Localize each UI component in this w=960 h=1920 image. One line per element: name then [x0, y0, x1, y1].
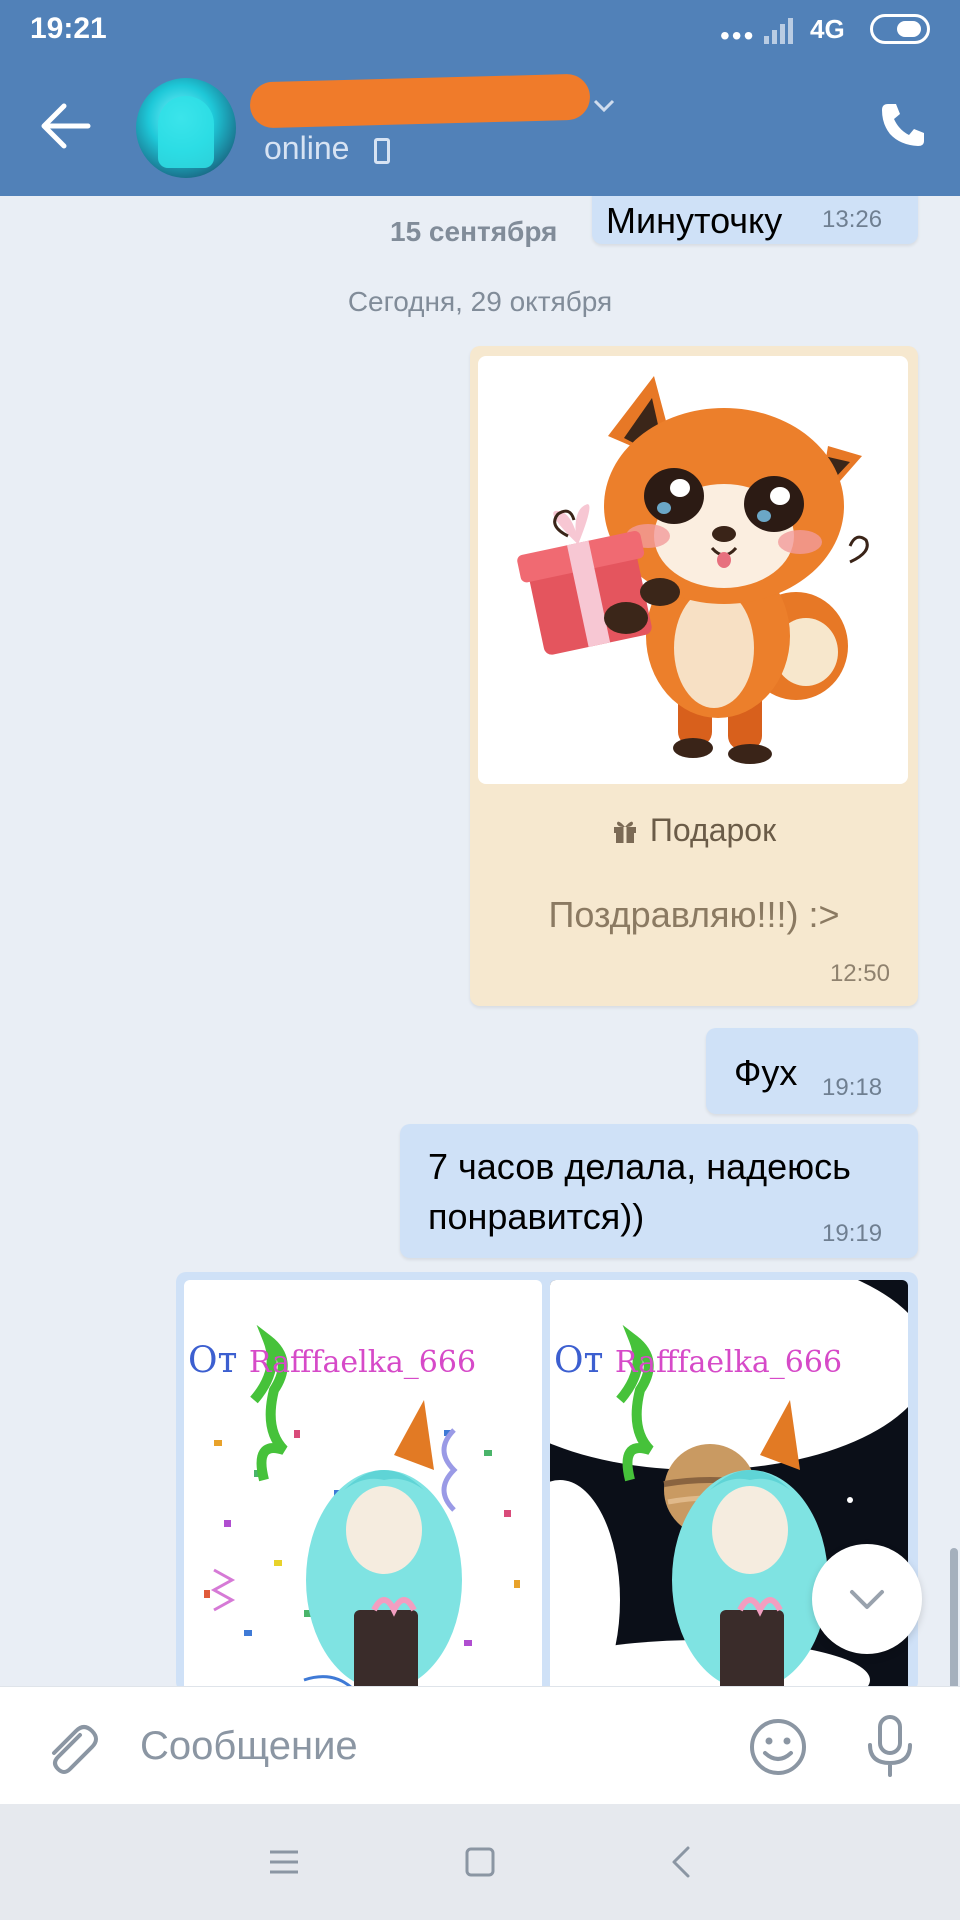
back-arrow-icon[interactable]: [36, 96, 96, 156]
gift-time: 12:50: [829, 960, 890, 987]
microphone-icon[interactable]: [860, 1713, 920, 1779]
signature-name: Rafffaelka_666: [248, 1345, 477, 1380]
phone-call-icon[interactable]: [878, 100, 928, 150]
system-navigation-bar: [0, 1804, 960, 1920]
status-time: 19:21: [30, 12, 107, 45]
gift-label-text: Подарок: [649, 812, 777, 848]
network-type: 4G: [810, 14, 845, 44]
message-input[interactable]: [140, 1711, 720, 1781]
mobile-device-icon: [374, 138, 390, 164]
online-status: online: [264, 130, 350, 166]
signature-name: Rafffaelka_666: [614, 1345, 843, 1380]
signature-prefix: От: [554, 1340, 604, 1381]
fox-gift-illustration: [517, 376, 869, 764]
date-separator: Сегодня, 29 октября: [347, 286, 613, 317]
drawing-signature: От Rafffaelka_666: [188, 1340, 476, 1381]
status-bar: 19:21 ••• 4G: [0, 0, 960, 60]
message-bubble[interactable]: 7 часов делала, надеюсь понравится)) 19:…: [400, 1124, 918, 1258]
notification-dots: •••: [720, 20, 756, 51]
signature-prefix: От: [188, 1340, 238, 1381]
emoji-icon[interactable]: [748, 1717, 808, 1777]
battery-icon: [870, 14, 930, 44]
gift-caption: Поздравляю!!!) :>: [548, 894, 840, 935]
redacted-contact-name[interactable]: [249, 73, 591, 129]
message-composer: [0, 1686, 960, 1804]
message-date: 15 сентября: [390, 216, 558, 247]
message-text-line2: понравится)): [428, 1196, 645, 1237]
message-text-line1: 7 часов делала, надеюсь: [428, 1146, 851, 1187]
chevron-down-icon[interactable]: [592, 94, 616, 118]
menu-icon[interactable]: [262, 1840, 306, 1884]
chevron-down-icon: [850, 1590, 884, 1609]
message-bubble[interactable]: Фух 19:18: [706, 1028, 918, 1114]
message-text: Минуточку: [606, 200, 783, 241]
message-text: Фух: [734, 1052, 798, 1093]
message-time: 13:26: [822, 206, 883, 233]
paperclip-icon[interactable]: [40, 1717, 100, 1777]
contact-avatar[interactable]: [136, 78, 236, 178]
chat-area[interactable]: Минуточку 13:26 15 сентября Сегодня, 29 …: [0, 196, 960, 1686]
signal-icon: [764, 18, 793, 44]
message-time: 19:18: [822, 1074, 883, 1101]
home-icon[interactable]: [458, 1840, 502, 1884]
drawing-signature: От Rafffaelka_666: [554, 1340, 842, 1381]
message-bubble[interactable]: Минуточку 13:26: [592, 196, 918, 244]
gift-icon: [613, 821, 636, 843]
gift-message[interactable]: Подарок Поздравляю!!!) :> 12:50: [470, 346, 918, 1006]
photo-thumbnail[interactable]: От Rafffaelka_666: [184, 1280, 542, 1686]
scrollbar-thumb[interactable]: [950, 1548, 958, 1686]
message-time: 19:19: [822, 1220, 883, 1247]
gift-label: Подарок: [470, 812, 918, 849]
gift-image[interactable]: [478, 356, 908, 784]
back-icon[interactable]: [660, 1840, 704, 1884]
top-bar: 19:21 ••• 4G online: [0, 0, 960, 196]
scroll-to-bottom-button[interactable]: [812, 1544, 922, 1654]
photo-album-message[interactable]: От Rafffaelka_666 От Rafffaelka_666: [176, 1272, 918, 1686]
